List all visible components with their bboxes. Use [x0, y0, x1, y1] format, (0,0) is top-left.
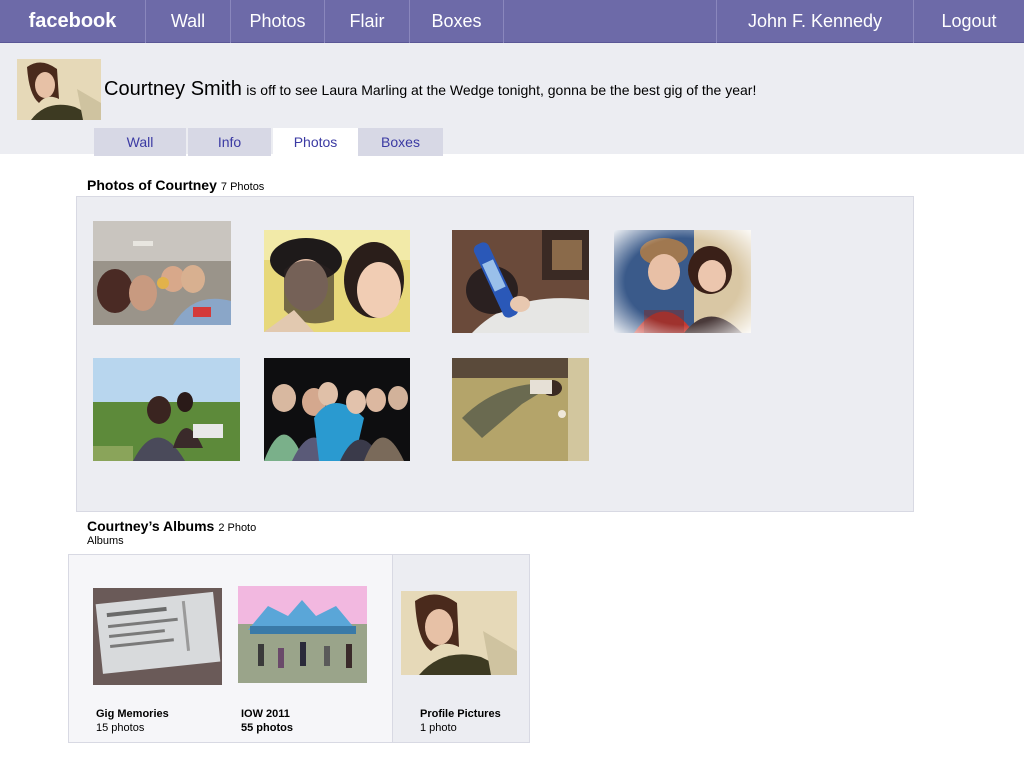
album-photo-count: 1 photo: [420, 722, 457, 734]
tab-wall[interactable]: Wall: [94, 128, 186, 156]
album-cover-iow-2011[interactable]: [238, 586, 367, 683]
photo-thumbnail[interactable]: [93, 221, 231, 325]
photo-thumbnail[interactable]: [452, 358, 589, 461]
album-photo-count: 55 photos: [241, 722, 293, 734]
tab-photos[interactable]: Photos: [273, 128, 358, 156]
album-cover-profile-pictures[interactable]: [401, 591, 517, 675]
status-line: Courtney Smith is off to see Laura Marli…: [104, 78, 756, 101]
photo-thumbnail[interactable]: [614, 230, 751, 333]
nav-boxes[interactable]: Boxes: [410, 0, 504, 43]
profile-avatar[interactable]: [17, 59, 101, 120]
status-text: is off to see Laura Marling at the Wedge…: [246, 82, 757, 98]
nav-photos[interactable]: Photos: [231, 0, 325, 43]
album-name[interactable]: Gig Memories: [96, 708, 169, 720]
nav-flair[interactable]: Flair: [325, 0, 410, 43]
photos-count: 7 Photos: [220, 181, 265, 193]
logout-button[interactable]: Logout: [914, 0, 1024, 43]
photo-thumbnail[interactable]: [264, 230, 410, 332]
photos-section-title: Photos of Courtney 7 Photos: [87, 177, 264, 193]
albums-section-title: Courtney’s Albums 2 Photo: [87, 518, 256, 534]
photo-thumbnail[interactable]: [93, 358, 240, 461]
profile-name[interactable]: Courtney Smith: [104, 78, 242, 100]
nav-user-name[interactable]: John F. Kennedy: [716, 0, 914, 43]
albums-count-label: Albums: [87, 535, 124, 547]
tab-info[interactable]: Info: [188, 128, 271, 156]
album-name[interactable]: Profile Pictures: [420, 708, 501, 720]
top-nav-bar: facebook Wall Photos Flair Boxes John F.…: [0, 0, 1024, 43]
albums-count: 2 Photo: [218, 522, 257, 534]
photo-thumbnail[interactable]: [452, 230, 589, 333]
tab-boxes[interactable]: Boxes: [358, 128, 443, 156]
nav-wall[interactable]: Wall: [146, 0, 231, 43]
album-photo-count: 15 photos: [96, 722, 145, 734]
photos-title: Photos of Courtney: [87, 177, 217, 193]
facebook-logo-link[interactable]: facebook: [0, 0, 146, 43]
photo-thumbnail[interactable]: [264, 358, 410, 461]
album-cover-gig-memories[interactable]: [93, 588, 222, 685]
albums-title: Courtney’s Albums: [87, 518, 215, 534]
album-name[interactable]: IOW 2011: [241, 708, 290, 720]
